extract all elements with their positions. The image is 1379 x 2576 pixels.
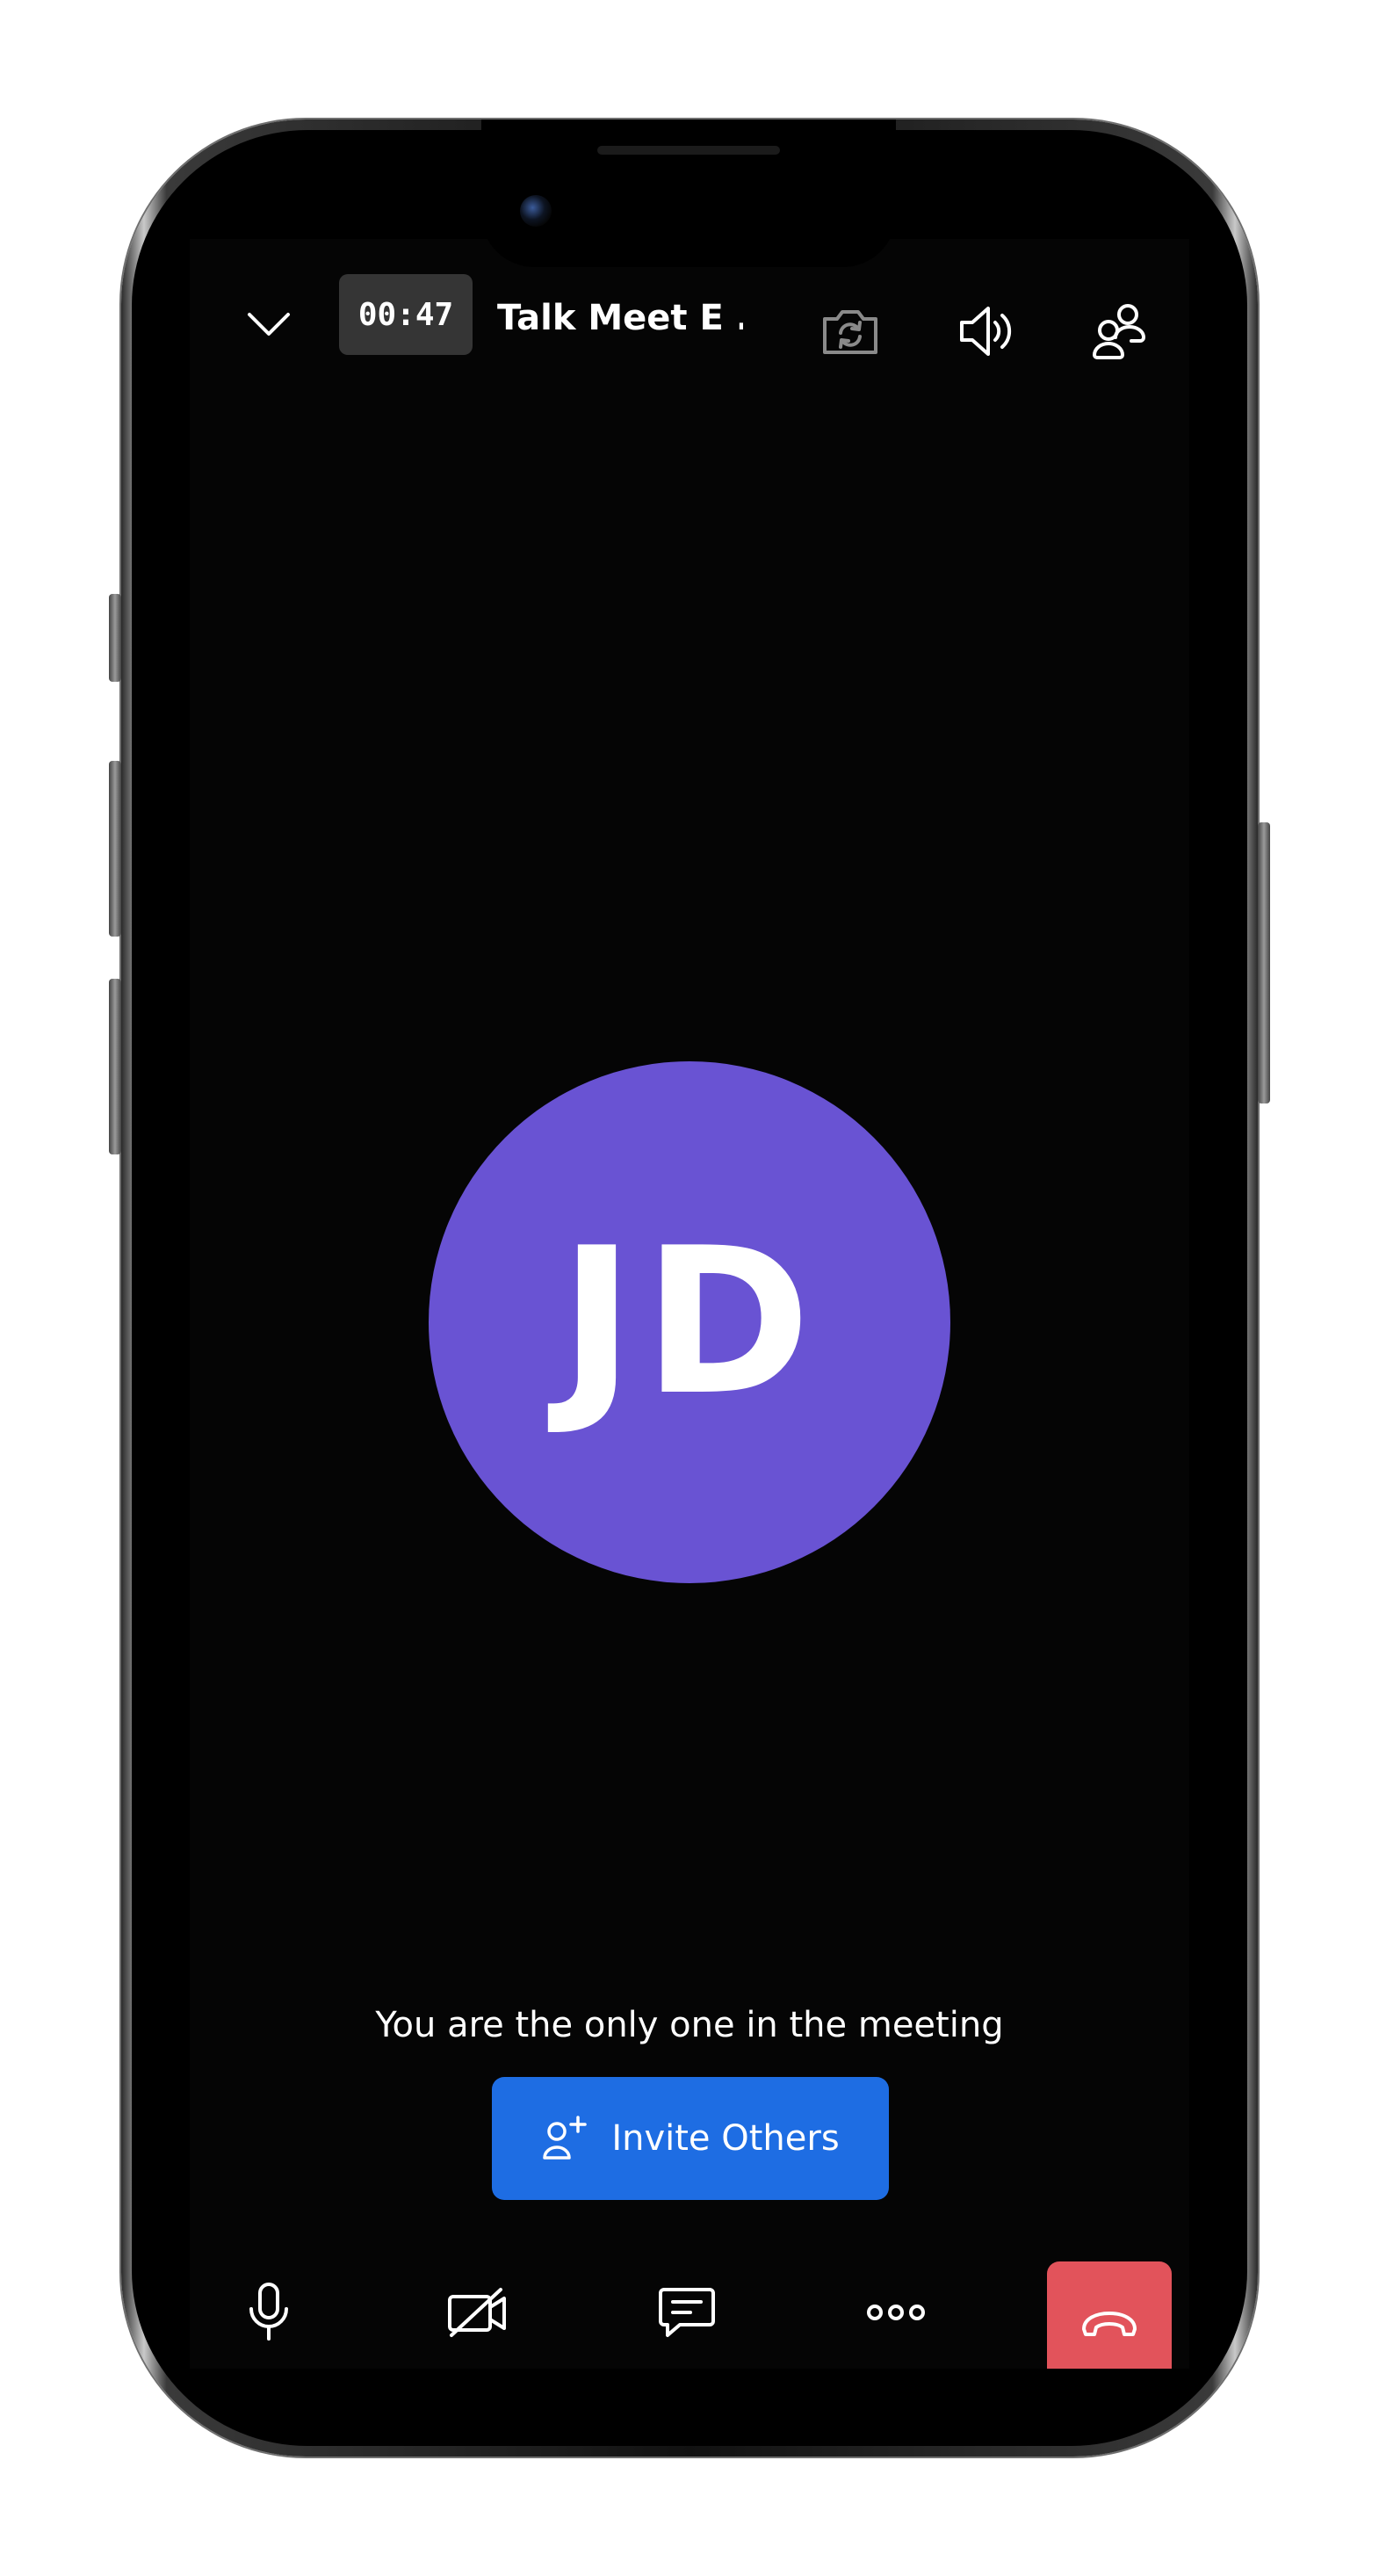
call-screen: 00:47 Talk Meet E ... JD You are the onl… [190, 239, 1189, 2369]
end-call-button[interactable] [1047, 2261, 1172, 2369]
notch [481, 119, 896, 267]
chevron-down-icon [248, 313, 290, 336]
collapse-button[interactable] [216, 281, 321, 369]
speaker-icon [960, 307, 1012, 356]
volume-up-button [109, 761, 121, 937]
more-icon [867, 2305, 925, 2320]
end-call-icon [1082, 2312, 1137, 2336]
avatar-initials: JD [559, 1205, 820, 1440]
earpiece-speaker [597, 146, 780, 155]
chat-button[interactable] [634, 2260, 740, 2365]
speaker-button[interactable] [933, 283, 1038, 380]
chat-icon [659, 2288, 715, 2337]
microphone-icon [249, 2283, 288, 2341]
power-button [1258, 822, 1270, 1103]
video-off-icon [448, 2288, 506, 2337]
invite-others-button[interactable]: Invite Others [492, 2077, 889, 2200]
participants-icon [1092, 304, 1146, 359]
more-options-button[interactable] [843, 2260, 949, 2365]
participants-button[interactable] [1068, 283, 1173, 380]
microphone-button[interactable] [216, 2260, 321, 2365]
add-person-icon [543, 2116, 588, 2160]
volume-down-button [109, 979, 121, 1154]
silent-switch [109, 594, 121, 682]
call-timer: 00:47 [339, 274, 473, 355]
front-camera [520, 195, 552, 227]
switch-camera-button[interactable] [798, 283, 903, 380]
video-toggle-button[interactable] [425, 2260, 531, 2365]
meeting-title: Talk Meet E ... [497, 298, 743, 338]
camera-flip-icon [823, 310, 877, 354]
alone-message: You are the only one in the meeting [375, 2005, 1004, 2045]
participant-avatar: JD [429, 1061, 950, 1583]
invite-others-label: Invite Others [611, 2118, 840, 2159]
